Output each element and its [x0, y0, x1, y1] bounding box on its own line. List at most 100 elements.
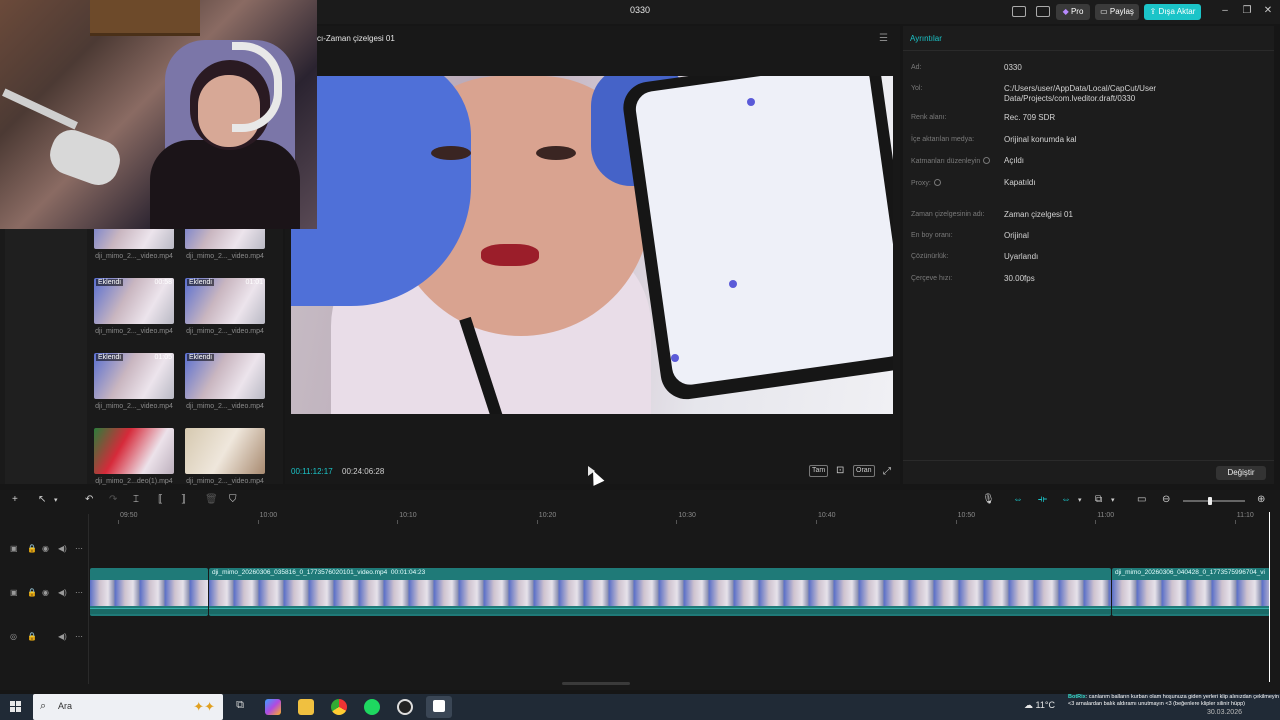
media-thumbnail[interactable]	[94, 428, 174, 474]
search-placeholder: Ara	[58, 701, 73, 711]
obs-icon[interactable]	[397, 699, 413, 715]
trim-left-icon[interactable]: ⟦	[158, 494, 163, 505]
search-icon: ⌕	[40, 700, 47, 712]
select-tool-icon[interactable]: ↖	[38, 494, 46, 505]
details-panel: Ayrıntılar Ad: 0330 Yol: C:/Users/user/AppD…	[903, 26, 1274, 484]
speaker-icon[interactable]: ◀)	[58, 544, 67, 553]
undo-icon[interactable]: ↶	[85, 494, 93, 505]
lock-icon[interactable]: 🔒	[27, 588, 37, 597]
added-badge: Eklendi	[96, 354, 123, 361]
windows-start-icon[interactable]	[10, 701, 22, 713]
current-time: 00:11:12:17	[291, 467, 333, 476]
ratio-button[interactable]: Oran	[853, 465, 875, 477]
shortcut-icon[interactable]	[1036, 6, 1050, 17]
copilot-icon[interactable]	[265, 699, 281, 715]
media-thumbnail[interactable]: Eklendi 01:01	[185, 278, 265, 324]
details-title: Ayrıntılar	[910, 34, 942, 43]
clip-duration: 01:05	[154, 354, 172, 361]
split-screen-icon[interactable]: ⧉	[1095, 494, 1102, 505]
weather-widget[interactable]: ☁ 11°C	[1024, 700, 1055, 711]
more-icon[interactable]: ⋯	[75, 544, 83, 553]
menu-icon[interactable]: ☰	[879, 33, 888, 44]
timeline-clip[interactable]	[90, 568, 208, 616]
timeline-panel: + ↖ ▾ ↶ ↷ ⌶ ⟦ ⟧ 🗑 ⛉ 🎙 ⇔ ⟛ ⇔ ▾ ⧉ ▾ ▭ ⊖ ⊕ …	[0, 490, 1280, 690]
snapshot-icon[interactable]: ⊡	[834, 465, 846, 477]
redo-icon[interactable]: ↷	[109, 494, 117, 505]
media-thumbnail[interactable]: Eklendi 01:05	[94, 353, 174, 399]
zoom-out-icon[interactable]: ⊖	[1162, 494, 1170, 505]
change-button[interactable]: Değiştir	[1216, 466, 1266, 480]
capcut-taskbar-icon[interactable]	[426, 696, 452, 718]
file-explorer-icon[interactable]	[298, 699, 314, 715]
full-quality-button[interactable]: Tam	[809, 465, 829, 477]
chrome-icon[interactable]	[331, 699, 347, 715]
minimize-icon[interactable]: –	[1218, 5, 1232, 16]
magnet-icon[interactable]: ⇔	[1013, 494, 1023, 505]
taskbar-search[interactable]: ⌕ Ara ✦✦	[33, 694, 223, 720]
pro-button[interactable]: ◆ Pro	[1056, 4, 1090, 20]
delete-icon[interactable]: 🗑	[205, 494, 218, 505]
timeline-scrollbar[interactable]	[562, 682, 630, 685]
ruler-tick-label: 10:50	[957, 512, 976, 519]
track-header-audio: ◎ 🔒 ◀) ⋯	[0, 628, 88, 648]
clip-duration: 01:01	[245, 279, 263, 286]
close-icon[interactable]: ✕	[1261, 5, 1275, 16]
trim-right-icon[interactable]: ⟧	[181, 494, 186, 505]
preview-axis-icon[interactable]: ⇔	[1061, 494, 1071, 505]
split-icon[interactable]: ⌶	[133, 494, 139, 505]
audio-track-icon[interactable]: ◎	[10, 632, 17, 641]
detail-value: 30.00fps	[1004, 274, 1035, 283]
ruler-tick-label: 10:10	[399, 512, 417, 519]
media-filename: dji_mimo_2..._video.mp4	[186, 328, 264, 335]
zoom-slider[interactable]	[1183, 497, 1245, 505]
media-thumbnail[interactable]: Eklendi 00:58	[94, 278, 174, 324]
maximize-icon[interactable]: ❐	[1240, 5, 1254, 16]
video-preview[interactable]	[291, 76, 893, 414]
eye-icon[interactable]: ◉	[42, 588, 49, 597]
timeline-clip[interactable]: dji_mimo_20260306_040428_0_1773575996704…	[1112, 568, 1270, 616]
media-thumbnail[interactable]	[185, 428, 265, 474]
cover-icon[interactable]: ▣	[10, 544, 18, 553]
info-icon[interactable]	[933, 179, 941, 186]
zoom-in-icon[interactable]: ⊕	[1257, 494, 1265, 505]
fullscreen-icon[interactable]: ⤢	[883, 466, 891, 477]
zoom-slider-handle[interactable]	[1207, 497, 1212, 505]
ruler-tick-label: 10:40	[818, 512, 836, 519]
detail-value: Kapatıldı	[1004, 178, 1036, 187]
lock-icon[interactable]: 🔒	[27, 632, 37, 641]
share-button[interactable]: ▭ Paylaş	[1095, 4, 1139, 20]
speaker-icon[interactable]: ◀)	[58, 588, 67, 597]
layout-icon[interactable]	[1012, 6, 1026, 17]
microphone-icon[interactable]: 🎙	[982, 494, 995, 505]
add-icon[interactable]: +	[12, 494, 18, 505]
more-icon[interactable]: ⋯	[75, 588, 83, 597]
media-filename: dji_mimo_2..._video.mp4	[186, 253, 264, 260]
spotify-icon[interactable]	[364, 699, 380, 715]
timeline-clip[interactable]: dji_mimo_20260306_035816_0_1773576020101…	[209, 568, 1111, 616]
more-icon[interactable]: ⋯	[75, 632, 83, 641]
timeline-ruler[interactable]: 09:50 10:00 10:10 10:20 10:30 10:40 10:50 11:00…	[90, 512, 1280, 524]
task-view-icon[interactable]: ⧉	[232, 699, 248, 715]
eye-icon[interactable]: ◉	[42, 544, 49, 553]
media-thumbnail[interactable]: Eklendi	[185, 353, 265, 399]
export-button[interactable]: ⇪ Dışa Aktar	[1144, 4, 1201, 20]
detail-value: Açıldı	[1004, 156, 1025, 165]
shield-icon[interactable]: ⛉	[229, 494, 237, 505]
cover-icon[interactable]: ▣	[10, 588, 18, 597]
caption-icon[interactable]: ▭	[1137, 494, 1146, 505]
ruler-tick	[118, 520, 119, 524]
chat-user: BotRix	[1068, 694, 1086, 700]
player-panel: cı-Zaman çizelgesi 01 ☰ 00:11:12:17 00:2…	[285, 26, 900, 484]
linkage-icon[interactable]: ⟛	[1038, 494, 1047, 505]
detail-value: Uyarlandı	[1004, 252, 1039, 261]
speaker-icon[interactable]: ◀)	[58, 632, 67, 641]
chevron-down-icon[interactable]: ▾	[54, 496, 58, 504]
lock-icon[interactable]: 🔒	[27, 544, 37, 553]
detail-label: Ad:	[911, 64, 922, 71]
chevron-down-icon[interactable]: ▾	[1078, 496, 1082, 504]
info-icon[interactable]	[983, 157, 991, 164]
chevron-down-icon[interactable]: ▾	[1111, 496, 1115, 504]
taskbar: ⌕ Ara ✦✦ ⧉ ☁ 11°C BotRix: canlarım balla…	[0, 694, 1280, 720]
playhead[interactable]	[1269, 512, 1270, 682]
ruler-tick	[955, 520, 957, 524]
